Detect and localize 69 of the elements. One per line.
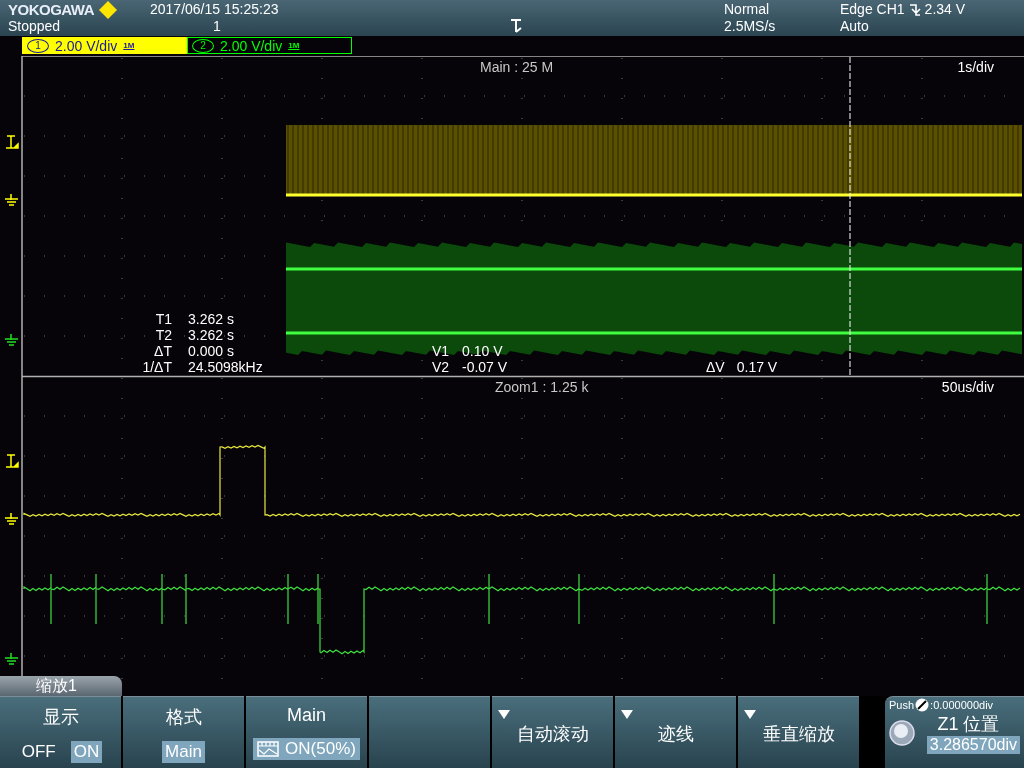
option-label: ON xyxy=(70,741,103,763)
timebase-label: 50us/div xyxy=(941,379,994,395)
run-state: Stopped xyxy=(8,18,62,35)
softkey-label: 显示 xyxy=(42,706,79,729)
date-time: 2017/06/15 15:25:23 xyxy=(150,1,280,18)
channel-scale-badge[interactable]: 1 2.00 V/div 1M xyxy=(22,37,187,54)
softkey-label: 自动滚动 xyxy=(516,723,589,746)
trigger-level-icon xyxy=(5,135,19,149)
caret-icon xyxy=(744,710,756,719)
trigger-position-icon xyxy=(510,18,522,34)
knob-icon xyxy=(889,720,915,746)
brand-logo: YOKOGAWA xyxy=(8,1,94,18)
cursor-value: 0.10 V xyxy=(462,343,504,359)
impedance-label: 1M xyxy=(123,41,135,50)
knob-value: 3.286570div xyxy=(926,736,1020,754)
softkey-value: Main xyxy=(162,741,205,763)
window-label: Main : 25 M xyxy=(480,59,554,75)
timebase-label: 1s/div xyxy=(957,59,994,75)
softkey-value: ON(50%) xyxy=(285,739,356,759)
cursor-value: 0.17 V xyxy=(736,359,778,375)
cursor-value: -0.07 V xyxy=(462,359,508,375)
falling-edge-icon xyxy=(908,1,921,18)
sample-rate: 2.5MS/s xyxy=(724,18,777,35)
softkey[interactable]: 显示 OFF ON xyxy=(0,696,121,768)
cursor-label: T2 xyxy=(154,327,172,343)
cursor-value: 24.5098kHz xyxy=(188,359,263,375)
trigger-level-icon xyxy=(5,454,19,468)
softkey[interactable]: 垂直缩放 xyxy=(738,696,859,768)
softkey[interactable]: 自动滚动 xyxy=(492,696,613,768)
ground-marker-icon xyxy=(4,652,19,665)
softkey-label: 垂直缩放 xyxy=(762,723,835,746)
waveform-window-icon xyxy=(257,741,280,757)
acquisition-mode: Normal xyxy=(724,1,771,18)
push-value: :0.000000div xyxy=(930,699,994,711)
softkey-label: Main xyxy=(287,705,326,726)
caret-icon xyxy=(621,710,633,719)
acquisition-count: 1 xyxy=(213,18,221,35)
knob-push-icon xyxy=(915,698,930,712)
channel-scale-badge[interactable]: 2 2.00 V/div 1M xyxy=(187,37,352,54)
diamond-icon xyxy=(98,0,118,20)
cursor-value: 0.000 s xyxy=(188,343,235,359)
cursor-value: 3.262 s xyxy=(188,327,235,343)
softkey[interactable]: 迹线 xyxy=(615,696,736,768)
impedance-label: 1M xyxy=(288,41,300,50)
softkey[interactable]: Main ON(50%) xyxy=(246,696,367,768)
trigger-type: Edge CH1 xyxy=(840,1,905,18)
softkey-label: 迹线 xyxy=(657,723,694,746)
channel-scale: 2.00 V/div xyxy=(55,37,118,54)
knob-title: Z1 位置 xyxy=(937,713,1000,736)
ground-marker-icon xyxy=(4,512,19,525)
ground-marker-icon xyxy=(4,193,19,206)
ground-marker-icon xyxy=(4,333,19,346)
cursor-label: ΔV xyxy=(706,359,725,375)
cursor-label: ΔT xyxy=(153,343,172,359)
caret-icon xyxy=(498,710,510,719)
trigger-mode: Auto xyxy=(840,18,870,35)
window-label: Zoom1 : 1.25 k xyxy=(495,379,589,395)
option-label: OFF xyxy=(20,741,57,763)
softkey[interactable]: 格式 Main xyxy=(123,696,244,768)
cursor-label: V2 xyxy=(432,359,451,375)
cursor-value: 3.262 s xyxy=(188,311,235,327)
cursor-label: T1 xyxy=(154,311,172,327)
softkey[interactable] xyxy=(369,696,490,768)
cursor-label: 1/ΔT xyxy=(141,359,172,375)
push-label: Push xyxy=(889,699,915,711)
channel-scale: 2.00 V/div xyxy=(220,37,283,54)
cursor-label: V1 xyxy=(432,343,451,359)
trigger-level: 2.34 V xyxy=(924,1,966,18)
softkey-label: 格式 xyxy=(165,706,202,729)
